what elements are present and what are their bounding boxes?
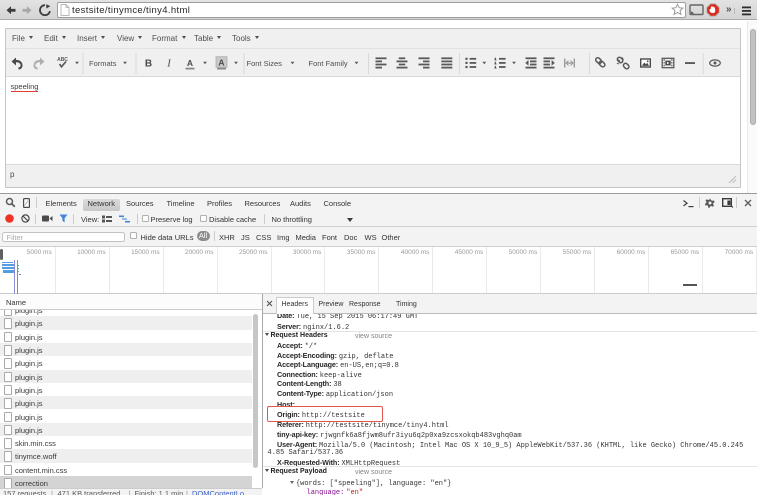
svg-text:I: I [166, 59, 171, 70]
svg-text:B: B [145, 59, 152, 70]
svg-text:A: A [218, 58, 224, 68]
svg-text:ABC: ABC [57, 57, 68, 63]
svg-text:A: A [187, 58, 193, 68]
